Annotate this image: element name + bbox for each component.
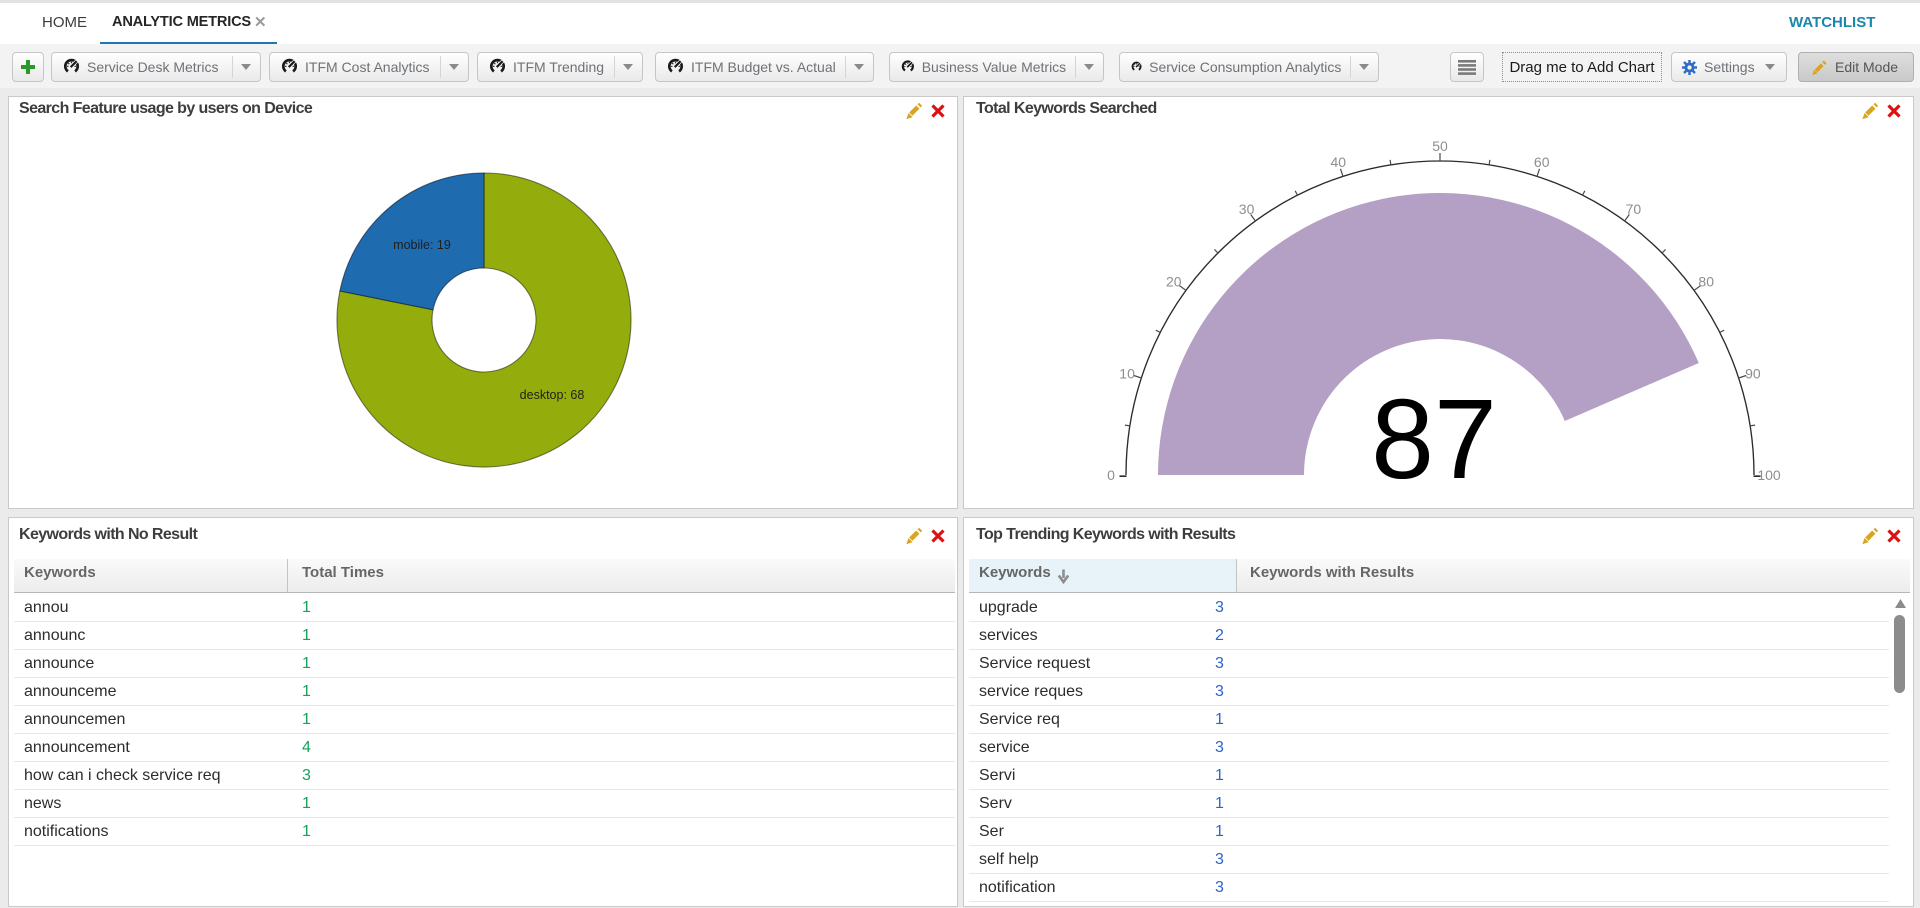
svg-text:0: 0 [1107, 467, 1115, 483]
svg-text:70: 70 [1626, 201, 1642, 217]
svg-text:87: 87 [1371, 376, 1497, 502]
svg-text:100: 100 [1757, 467, 1781, 483]
svg-text:10: 10 [1119, 365, 1135, 381]
svg-text:80: 80 [1698, 274, 1714, 290]
svg-text:desktop: 68: desktop: 68 [520, 388, 585, 402]
svg-text:50: 50 [1432, 138, 1448, 154]
svg-text:mobile: 19: mobile: 19 [393, 238, 451, 252]
svg-text:40: 40 [1331, 154, 1347, 170]
svg-text:60: 60 [1534, 154, 1550, 170]
svg-text:90: 90 [1745, 365, 1761, 381]
svg-text:20: 20 [1166, 274, 1182, 290]
svg-text:30: 30 [1239, 201, 1255, 217]
